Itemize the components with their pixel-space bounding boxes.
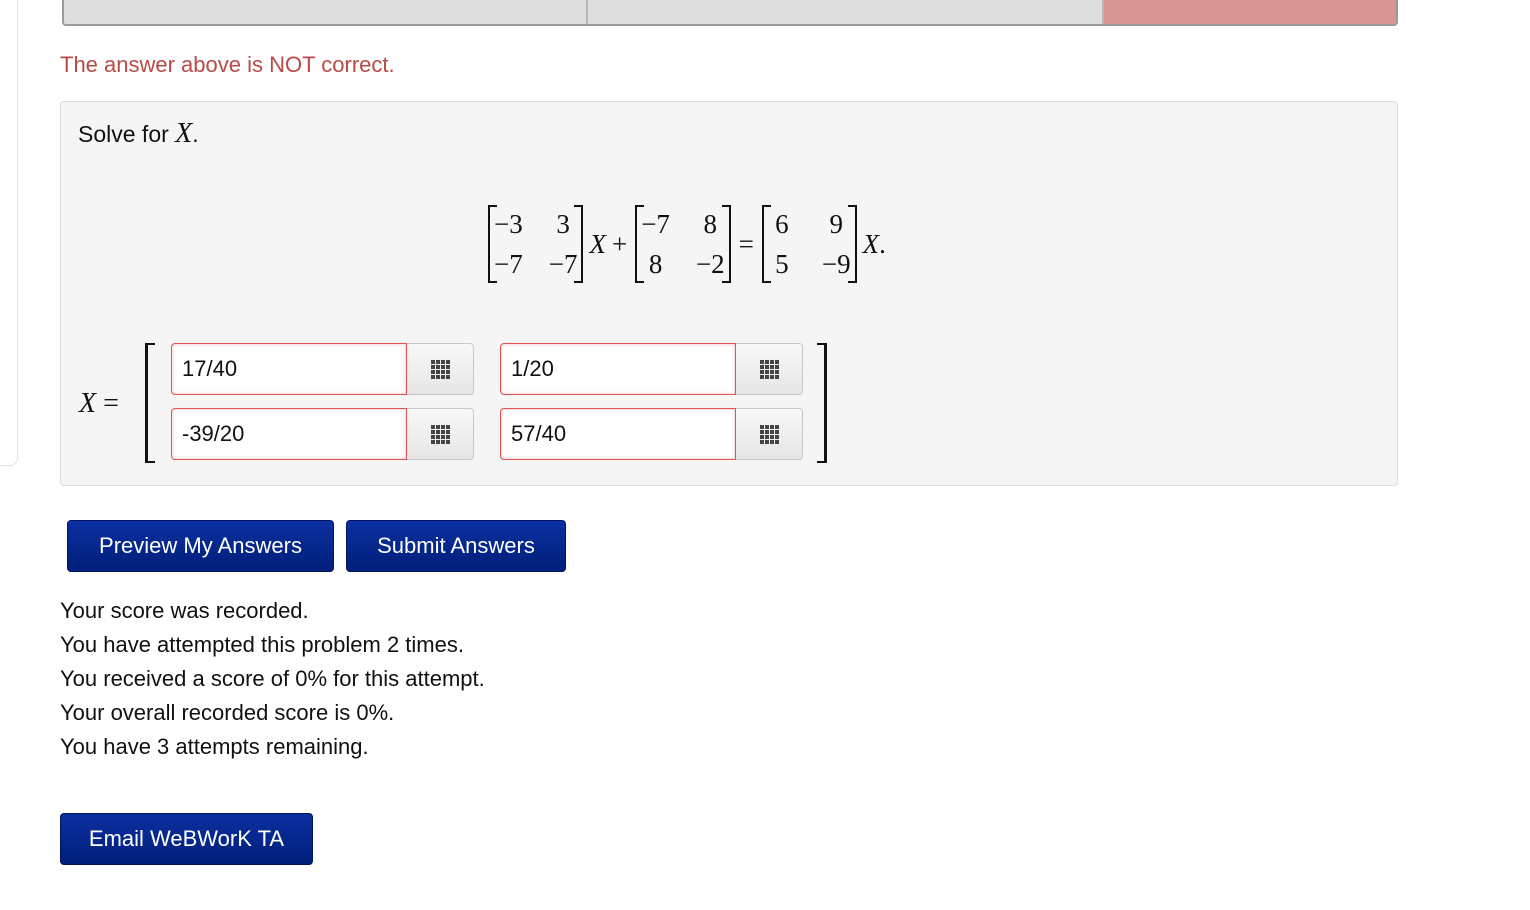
equation-end: . (879, 228, 886, 259)
matrix-entry: 8 (703, 209, 718, 239)
answer-input-r1c1[interactable] (171, 343, 407, 395)
matrix-entry: −7 (494, 249, 523, 279)
matrix-entry: −3 (494, 209, 523, 239)
answer-cell-r1c2 (500, 343, 803, 395)
equation: −3 3 −7 −7 X + −7 8 8 −2 = 6 9 5 −9 X. (486, 205, 886, 283)
left-sidebar-edge (0, 0, 18, 466)
matrix-entry: −7 (548, 249, 578, 279)
matrix-entry-button[interactable] (736, 343, 803, 395)
answer-variable: X (79, 388, 97, 419)
matrix-b: −7 8 8 −2 (635, 205, 732, 283)
score-status: Your score was recorded. You have attemp… (60, 594, 485, 764)
matrix-entry: 8 (648, 249, 663, 279)
matrix-a: −3 3 −7 −7 (488, 205, 584, 283)
prompt-variable: X (175, 118, 193, 149)
matrix-entry: −7 (641, 209, 670, 239)
results-cell (588, 0, 1104, 24)
answer-input-r1c2[interactable] (500, 343, 736, 395)
matrix-entry-button[interactable] (407, 343, 474, 395)
answer-equals: = (96, 388, 119, 419)
results-table-strip (62, 0, 1398, 26)
status-line: You have 3 attempts remaining. (60, 734, 369, 759)
answer-cell-r2c2 (500, 408, 803, 460)
problem-box: Solve for X. −3 3 −7 −7 X + −7 8 8 −2 = … (60, 101, 1398, 486)
answer-input-r2c2[interactable] (500, 408, 736, 460)
status-line: You have attempted this problem 2 times. (60, 632, 464, 657)
incorrect-message: The answer above is NOT correct. (60, 52, 395, 77)
matrix-entry: 6 (775, 209, 789, 239)
status-line: You received a score of 0% for this atte… (60, 666, 485, 691)
status-line: Your score was recorded. (60, 598, 309, 623)
answer-bracket-left (145, 343, 155, 463)
matrix-entry: 3 (556, 209, 570, 239)
preview-answers-button[interactable]: Preview My Answers (67, 520, 334, 572)
matrix-entry: −2 (695, 249, 725, 279)
answer-input-r2c1[interactable] (171, 408, 407, 460)
matrix-grid-icon (430, 424, 450, 444)
status-line: Your overall recorded score is 0%. (60, 700, 395, 725)
equation-variable: X (862, 228, 880, 259)
submit-answers-button[interactable]: Submit Answers (346, 520, 566, 572)
prompt-text: Solve for (78, 121, 176, 147)
answer-cell-r1c1 (171, 343, 474, 395)
plus-sign: + (611, 228, 628, 259)
matrix-entry: 5 (775, 249, 789, 279)
matrix-grid-icon (759, 359, 779, 379)
results-cell-incorrect (1104, 0, 1396, 24)
matrix-entry: −9 (821, 249, 851, 279)
problem-prompt: Solve for X. (78, 118, 199, 150)
matrix-grid-icon (759, 424, 779, 444)
results-cell (64, 0, 588, 24)
matrix-entry: 9 (829, 209, 844, 239)
matrix-grid-icon (430, 359, 450, 379)
equals-sign: = (738, 228, 754, 259)
matrix-entry-button[interactable] (736, 408, 803, 460)
email-ta-button[interactable]: Email WeBWorK TA (60, 813, 313, 865)
equation-variable: X (589, 228, 606, 259)
matrix-entry-button[interactable] (407, 408, 474, 460)
answer-label: X = (79, 388, 119, 420)
answer-cell-r2c1 (171, 408, 474, 460)
answer-bracket-right (817, 343, 827, 463)
prompt-end: . (192, 121, 199, 147)
matrix-c: 6 9 5 −9 (761, 205, 857, 283)
